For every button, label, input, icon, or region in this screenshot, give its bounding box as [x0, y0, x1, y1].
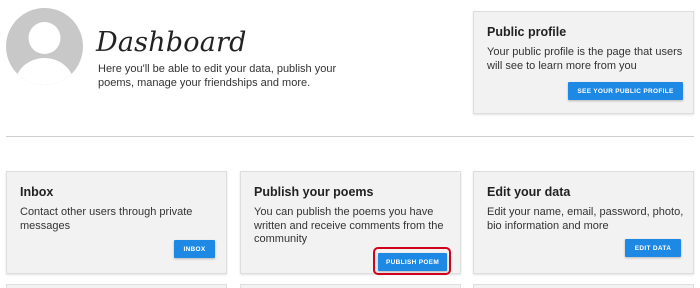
edit-data-card-title: Edit your data: [487, 185, 571, 199]
inbox-card-title: Inbox: [20, 185, 54, 199]
next-row-card-left: [6, 284, 227, 288]
inbox-button[interactable]: INBOX: [174, 240, 215, 258]
publish-poem-highlight: [373, 247, 451, 275]
edit-data-card-text: Edit your name, email, password, photo, …: [487, 206, 684, 232]
inbox-card: Inbox Contact other users through privat…: [6, 171, 227, 274]
next-row-card-right: [473, 284, 694, 288]
section-divider: [6, 136, 694, 137]
publish-card-text: You can publish the poems you have writt…: [254, 206, 444, 245]
user-silhouette-icon: [14, 22, 75, 85]
see-public-profile-button[interactable]: SEE YOUR PUBLIC PROFILE: [568, 82, 683, 100]
public-profile-title: Public profile: [487, 25, 567, 39]
page-intro: Here you'll be able to edit your data, p…: [98, 63, 337, 89]
inbox-card-text: Contact other users through private mess…: [20, 206, 193, 232]
publish-card-title: Publish your poems: [254, 185, 374, 199]
public-profile-card: Public profile Your public profile is th…: [473, 11, 694, 114]
edit-data-button[interactable]: EDIT DATA: [625, 239, 681, 257]
next-row-card-middle: [240, 284, 461, 288]
public-profile-text: Your public profile is the page that use…: [487, 46, 683, 72]
avatar: [6, 8, 83, 85]
page-title: Dashboard: [96, 27, 247, 58]
edit-data-card: Edit your data Edit your name, email, pa…: [473, 171, 694, 274]
